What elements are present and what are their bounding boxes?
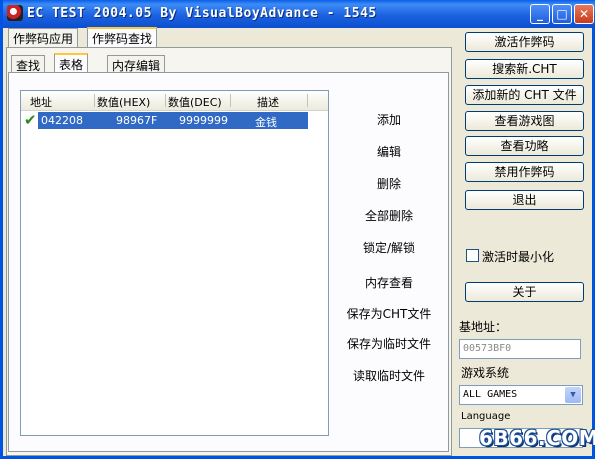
disable-cheats-button[interactable]: 禁用作弊码 [465,162,584,182]
column-separator[interactable] [165,94,166,107]
cheat-list[interactable]: 地址 数值(HEX) 数值(DEC) 描述 ✔ 042208 98967F 99… [20,90,329,436]
title-bar[interactable]: EC TEST 2004.05 By VisualBoyAdvance - 15… [3,0,595,28]
lock-unlock-command[interactable]: 锁定/解锁 [329,239,449,256]
column-separator[interactable] [307,94,308,107]
save-cht-command[interactable]: 保存为CHT文件 [329,305,449,322]
game-system-label: 游戏系统 [461,366,510,380]
maximize-button[interactable]: □ [552,4,572,24]
minimize-button[interactable]: _ [530,4,550,24]
minimize-on-activate-label: 激活时最小化 [482,250,555,264]
main-window: EC TEST 2004.05 By VisualBoyAdvance - 15… [0,0,595,459]
column-header-desc[interactable]: 描述 [257,94,279,110]
column-header-hex[interactable]: 数值(HEX) [97,94,150,110]
delete-all-command[interactable]: 全部删除 [329,207,449,224]
exit-button[interactable]: 退出 [465,190,584,210]
memory-view-command[interactable]: 内存查看 [329,274,449,291]
column-header-address[interactable]: 地址 [30,94,52,110]
activate-cheats-button[interactable]: 激活作弊码 [465,32,584,52]
about-button[interactable]: 关于 [465,282,584,302]
column-header-dec[interactable]: 数值(DEC) [168,94,222,110]
cell-desc: 金钱 [255,116,277,129]
cell-dec: 9999999 [179,114,228,127]
table-row[interactable]: ✔ 042208 98967F 9999999 金钱 [21,111,308,129]
tab-table[interactable]: 表格 [54,53,89,73]
site-watermark: 6B66.COM [479,426,595,450]
minimize-on-activate-checkbox[interactable] [466,249,479,262]
edit-command[interactable]: 编辑 [329,143,449,160]
tab-cheat-search[interactable]: 作弊码查找 [87,27,158,48]
base-address-field[interactable]: 00573BF0 [459,339,581,359]
app-icon [7,5,23,21]
delete-command[interactable]: 删除 [329,175,449,192]
tab-search[interactable]: 查找 [11,55,46,73]
close-button[interactable]: ✕ [574,4,594,24]
column-separator[interactable] [94,94,95,107]
tab-memory-edit[interactable]: 内存编辑 [107,55,166,73]
tab-cheat-apply[interactable]: 作弊码应用 [8,28,79,48]
list-header: 地址 数值(HEX) 数值(DEC) 描述 [21,91,328,111]
cell-address: 042208 [41,114,83,127]
checkmark-icon[interactable]: ✔ [24,111,37,129]
add-command[interactable]: 添加 [329,111,449,128]
window-title: EC TEST 2004.05 By VisualBoyAdvance - 15… [27,6,377,21]
game-system-select[interactable]: ALL GAMES ▼ [459,385,583,405]
column-separator[interactable] [230,94,231,107]
base-address-label: 基地址： [459,320,508,334]
add-new-cht-file-button[interactable]: 添加新的 CHT 文件 [465,85,584,105]
chevron-down-icon[interactable]: ▼ [565,387,581,403]
view-game-map-button[interactable]: 查看游戏图 [465,111,584,131]
game-system-value: ALL GAMES [463,389,518,400]
language-label: Language [461,411,511,422]
save-temp-command[interactable]: 保存为临时文件 [329,335,449,352]
cell-hex: 98967F [116,114,158,127]
search-new-cht-button[interactable]: 搜索新.CHT [465,59,584,79]
load-temp-command[interactable]: 读取临时文件 [329,367,449,384]
view-walkthrough-button[interactable]: 查看功略 [465,136,584,156]
